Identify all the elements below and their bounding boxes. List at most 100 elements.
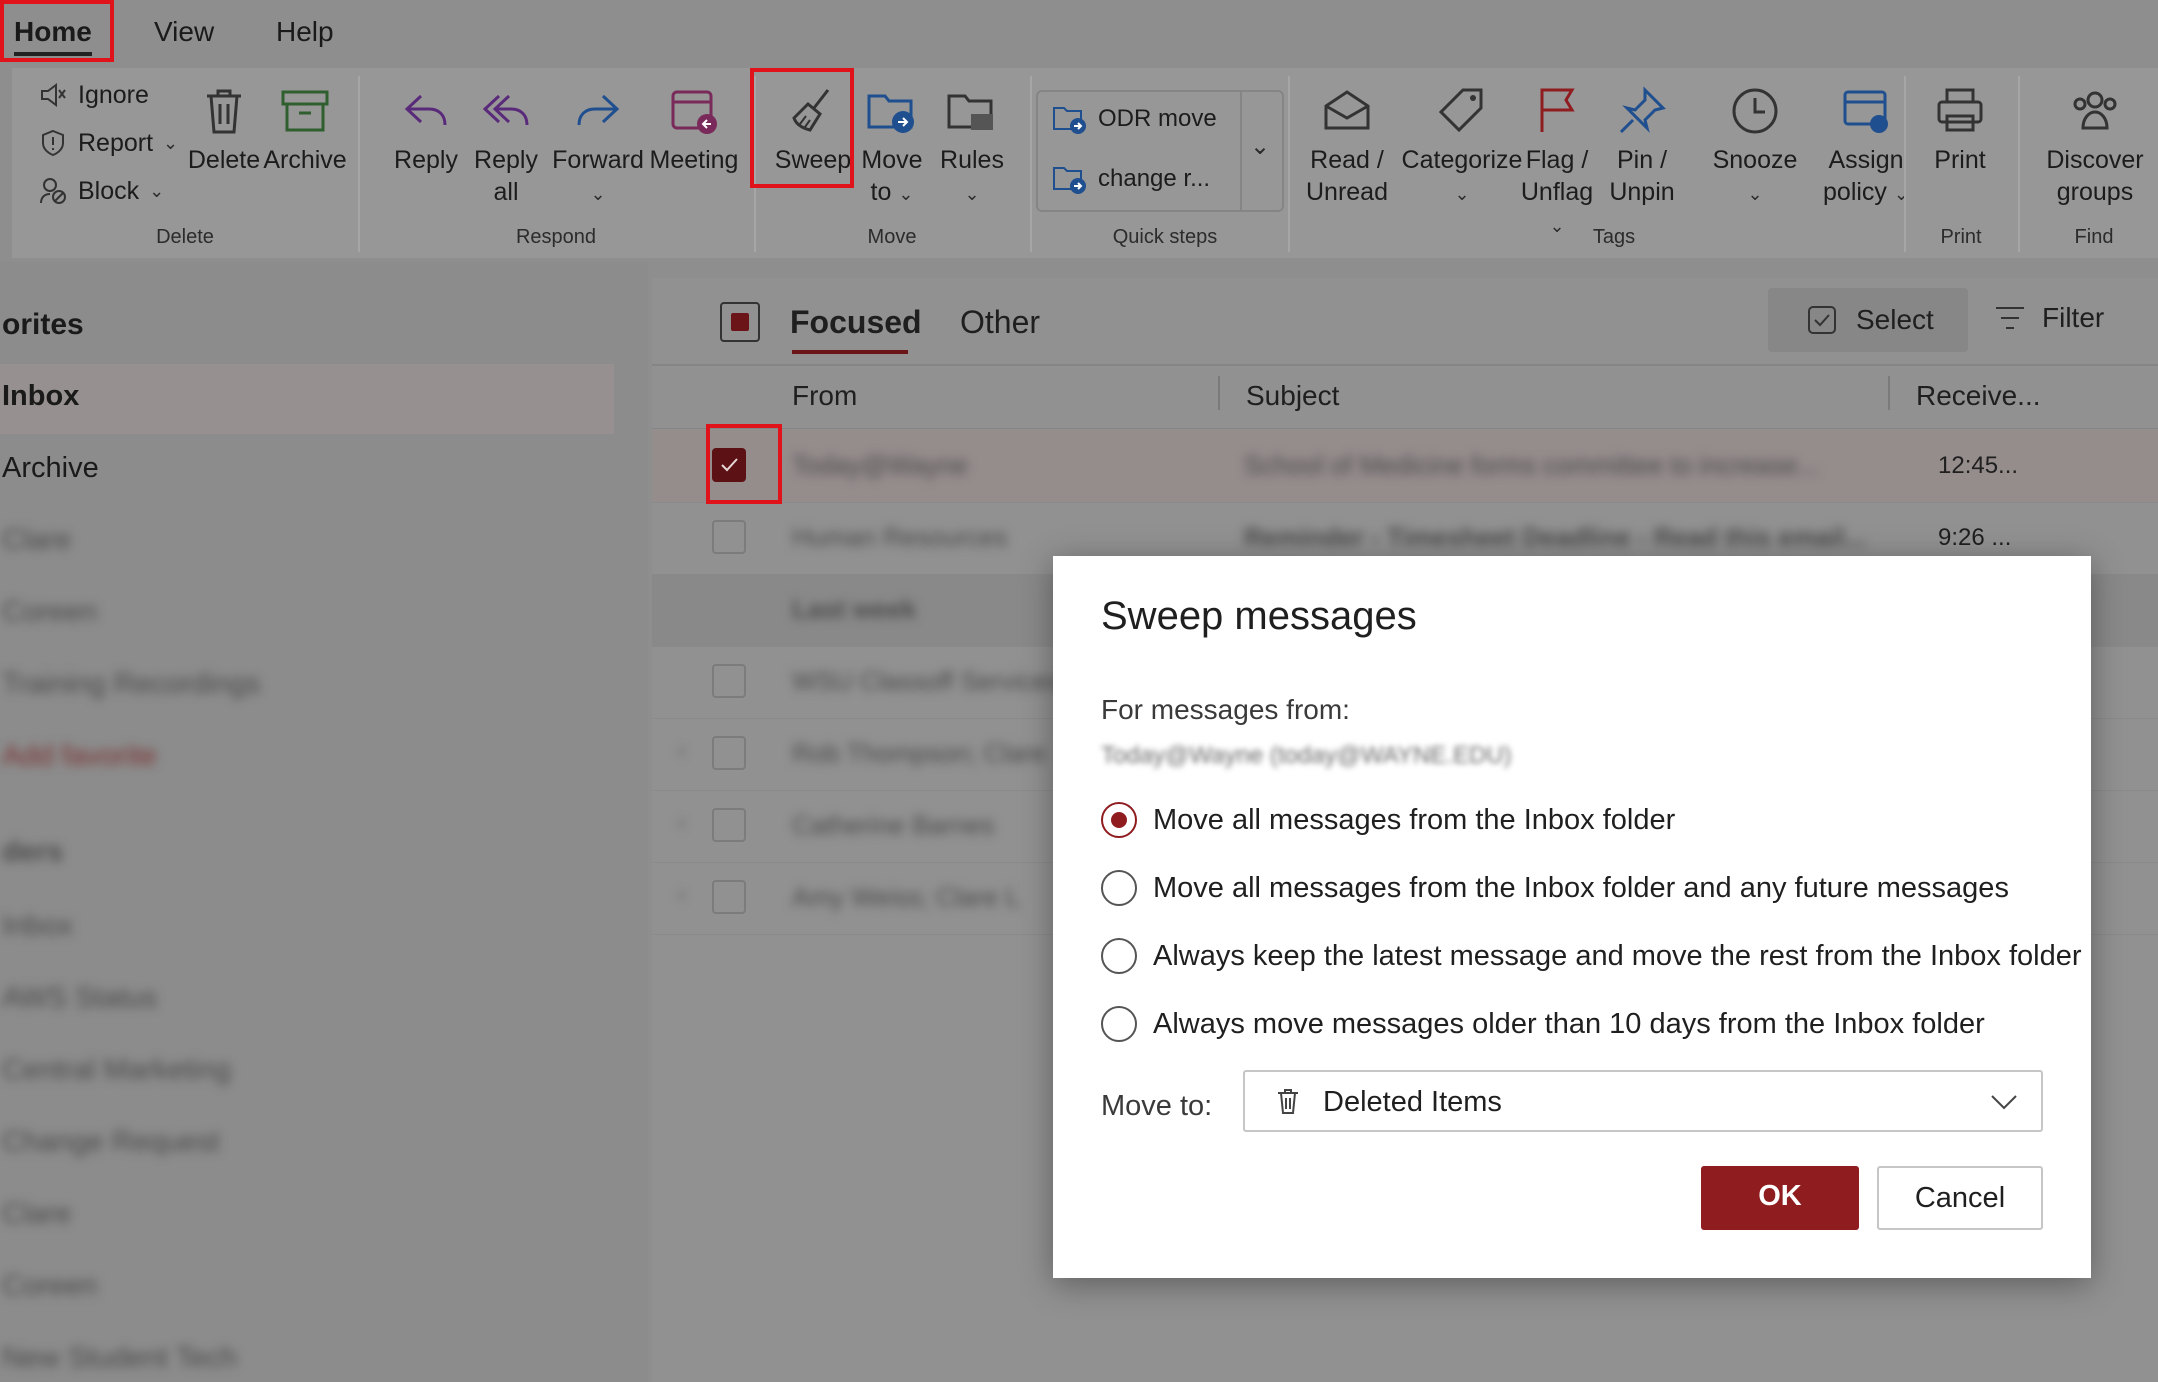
radio-button[interactable]: [1101, 938, 1137, 974]
meeting-icon: [671, 90, 717, 134]
folder-arrow-icon: [1053, 107, 1086, 134]
folder-new-student-tech[interactable]: New Student Tech: [2, 1342, 237, 1375]
folder-clare[interactable]: Clare: [2, 1198, 71, 1231]
folder-pane: orites Inbox Archive Clare Coreen Traini…: [0, 262, 648, 1382]
expand-chevron-icon[interactable]: ›: [678, 812, 685, 835]
chevron-down-icon: ⌄: [1454, 184, 1470, 204]
row-time: 12:45...: [1938, 452, 2019, 479]
delete-label: Delete: [187, 146, 261, 174]
find-group-label: Find: [2074, 226, 2114, 248]
tab-other[interactable]: Other: [960, 304, 1040, 341]
folder-change-request[interactable]: Change Request: [2, 1126, 220, 1159]
option-older-than-10-days[interactable]: Always move messages older than 10 days …: [1101, 1006, 1985, 1042]
cancel-button[interactable]: Cancel: [1877, 1166, 2043, 1230]
read-unread-button[interactable]: Read / Unread: [1306, 84, 1388, 208]
expand-chevron-icon[interactable]: ›: [678, 884, 685, 907]
pin-label-line1: Pin /: [1616, 146, 1668, 174]
report-button[interactable]: Report ⌄: [38, 128, 178, 158]
block-button[interactable]: Block ⌄: [38, 176, 164, 206]
reply-button[interactable]: Reply: [384, 84, 468, 176]
quick-steps-gallery: ODR move change r... ⌄: [1036, 90, 1284, 212]
tab-help[interactable]: Help: [262, 10, 348, 58]
quick-step-change[interactable]: change r...: [1052, 162, 1210, 196]
menu-tab-bar: Home View Help: [0, 0, 2158, 66]
rules-label: Rules: [940, 146, 1004, 174]
move-folder-icon: [867, 94, 914, 133]
chevron-down-icon: [1991, 1095, 2017, 1110]
reply-all-button[interactable]: Reply all: [464, 84, 548, 208]
discover-groups-button[interactable]: Discover groups: [2032, 84, 2158, 208]
folder-inbox[interactable]: Inbox: [2, 910, 73, 943]
assign-policy-button[interactable]: Assign policy ⌄: [1806, 84, 1926, 210]
flag-unflag-button[interactable]: Flag / Unflag ⌄: [1512, 84, 1602, 242]
row-checkbox[interactable]: [712, 808, 746, 842]
respond-group-label: Respond: [515, 226, 597, 248]
expand-chevron-icon[interactable]: ›: [678, 740, 685, 763]
row-checkbox[interactable]: [712, 664, 746, 698]
flag-label-line1: Flag /: [1525, 146, 1589, 174]
column-divider[interactable]: [1888, 376, 1890, 410]
block-user-icon: [40, 178, 66, 204]
tag-icon: [1438, 88, 1483, 133]
option-keep-latest[interactable]: Always keep the latest message and move …: [1101, 938, 2081, 974]
move-to-value: Deleted Items: [1323, 1086, 1502, 1118]
print-button[interactable]: Print: [1920, 84, 2000, 176]
reply-all-label-line2: all: [493, 178, 519, 206]
move-to-button[interactable]: Move to ⌄: [848, 84, 936, 210]
option-move-all[interactable]: Move all messages from the Inbox folder: [1101, 802, 1675, 838]
sidebar-item-archive[interactable]: Archive: [2, 452, 99, 485]
folder-coreen[interactable]: Coreen: [2, 1270, 97, 1303]
clock-icon: [1732, 88, 1778, 134]
sidebar-item-inbox[interactable]: Inbox: [2, 380, 79, 413]
select-button[interactable]: Select: [1768, 288, 1968, 352]
policy-icon: [1843, 90, 1888, 133]
shield-warning-icon: [42, 129, 64, 157]
ok-button[interactable]: OK: [1701, 1166, 1859, 1230]
meeting-button[interactable]: Meeting: [642, 84, 746, 176]
sidebar-item-clare[interactable]: Clare: [2, 524, 71, 557]
rules-button[interactable]: Rules ⌄: [928, 84, 1016, 210]
select-all-checkbox[interactable]: [720, 302, 760, 342]
folder-central-marketing[interactable]: Central Marketing: [2, 1054, 231, 1087]
delete-button[interactable]: Delete: [182, 84, 266, 176]
row-checkbox[interactable]: [712, 880, 746, 914]
quick-steps-expand-icon[interactable]: ⌄: [1250, 132, 1270, 161]
ignore-icon: [41, 83, 66, 107]
radio-button[interactable]: [1101, 870, 1137, 906]
quick-step-odr-move[interactable]: ODR move: [1052, 102, 1217, 136]
select-all-indicator: [731, 313, 749, 331]
tab-view[interactable]: View: [140, 10, 228, 58]
favorites-header[interactable]: orites: [2, 308, 84, 342]
radio-button[interactable]: [1101, 1006, 1137, 1042]
sidebar-item-training[interactable]: Training Recordings: [2, 668, 260, 701]
folders-header[interactable]: ders: [2, 836, 63, 869]
move-to-label-line2: to: [870, 178, 892, 206]
sidebar-item-coreen[interactable]: Coreen: [2, 596, 97, 629]
quick-step-2-label: change r...: [1098, 165, 1211, 192]
pin-unpin-button[interactable]: Pin / Unpin: [1602, 84, 1682, 208]
snooze-button[interactable]: Snooze ⌄: [1710, 84, 1800, 210]
sweep-highlight: [750, 68, 854, 188]
column-divider[interactable]: [1218, 376, 1220, 410]
sweep-dialog: Sweep messages For messages from: Today@…: [1053, 556, 2091, 1278]
chevron-down-icon: ⌄: [163, 132, 179, 153]
categorize-button[interactable]: Categorize ⌄: [1392, 84, 1532, 210]
folder-aws-status[interactable]: AWS Status: [2, 982, 157, 1015]
filter-icon: [1996, 307, 2024, 329]
forward-button[interactable]: Forward ⌄: [546, 84, 650, 210]
table-row[interactable]: Today@Wayne School of Medicine forms com…: [652, 430, 2158, 503]
move-to-dropdown[interactable]: Deleted Items: [1243, 1070, 2043, 1132]
archive-icon: [281, 90, 329, 132]
tab-focused[interactable]: Focused: [790, 304, 922, 341]
archive-button[interactable]: Archive: [260, 84, 350, 176]
column-header-from[interactable]: From: [792, 380, 857, 412]
row-checkbox[interactable]: [712, 520, 746, 554]
column-header-received[interactable]: Receive...: [1916, 380, 2041, 412]
sidebar-add-favorite[interactable]: Add favorite: [2, 740, 157, 773]
option-move-all-future[interactable]: Move all messages from the Inbox folder …: [1101, 870, 2009, 906]
radio-button-selected[interactable]: [1101, 802, 1137, 838]
column-header-subject[interactable]: Subject: [1246, 380, 1339, 412]
ignore-button[interactable]: Ignore: [38, 80, 149, 110]
filter-button[interactable]: Filter: [1994, 302, 2104, 334]
row-checkbox[interactable]: [712, 736, 746, 770]
